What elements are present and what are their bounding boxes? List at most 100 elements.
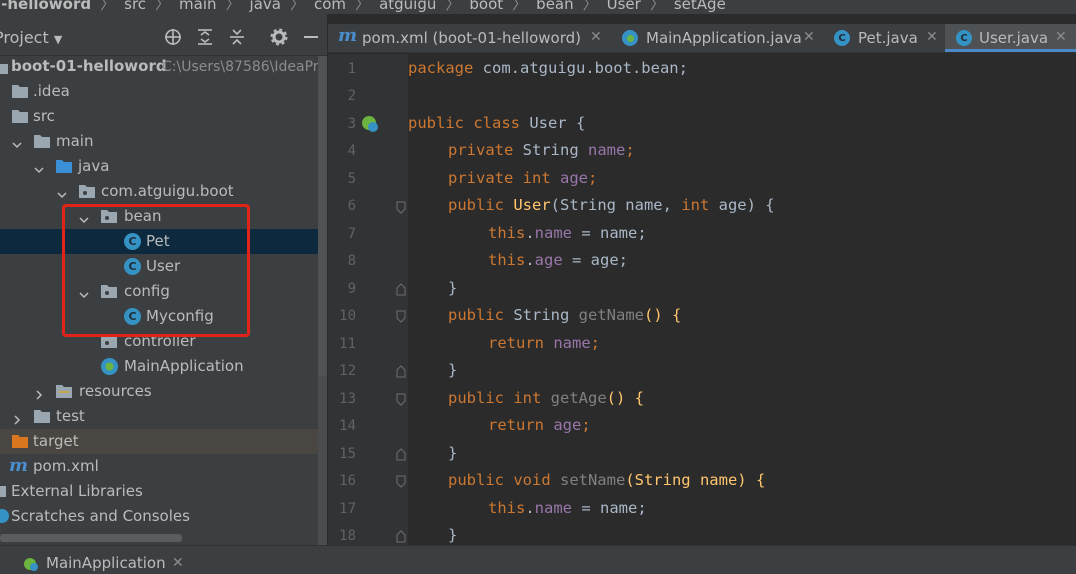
fold-icon[interactable] <box>395 200 407 214</box>
breadcrumb-item[interactable]: l-helloword <box>0 0 91 13</box>
close-icon[interactable]: ✕ <box>1055 29 1067 45</box>
close-icon[interactable]: ✕ <box>926 29 938 45</box>
expand-all-icon[interactable] <box>194 26 216 48</box>
tree-scrollbar[interactable] <box>318 56 327 545</box>
close-icon[interactable]: ✕ <box>590 29 602 45</box>
breadcrumb-item[interactable]: main <box>179 0 216 13</box>
tree-item-path: C:\Users\87586\IdeaPro <box>162 59 327 75</box>
code-line[interactable]: } <box>448 444 457 462</box>
project-view-selector[interactable]: Project ▼ <box>0 28 62 47</box>
breadcrumb-item[interactable]: User <box>607 0 641 13</box>
package-icon <box>79 184 95 198</box>
code-line[interactable]: public class User { <box>408 114 585 132</box>
code-token: name <box>587 141 626 159</box>
tree-item-test[interactable]: test <box>0 404 318 429</box>
chevron-right-icon[interactable] <box>34 386 44 400</box>
tree-horizontal-scrollbar[interactable] <box>0 534 182 542</box>
tab-user[interactable]: C User.java ✕ <box>945 24 1076 52</box>
code-token: . <box>525 224 535 242</box>
scrollbar-thumb[interactable] <box>318 56 327 376</box>
fold-icon[interactable] <box>395 392 407 406</box>
code-line[interactable]: return name; <box>488 334 600 352</box>
chevron-down-icon[interactable] <box>12 136 22 149</box>
tab-pet[interactable]: C Pet.java ✕ <box>822 24 944 52</box>
code-line[interactable]: public User(String name, int age) { <box>448 196 775 214</box>
tree-item-root[interactable]: boot-01-helloword C:\Users\87586\IdeaPro <box>0 54 327 79</box>
tree-item-idea[interactable]: .idea <box>0 79 318 104</box>
code-line[interactable]: public int getAge() { <box>448 389 644 407</box>
breadcrumb-separator: 〉 <box>512 0 528 13</box>
breadcrumb-item[interactable]: src <box>124 0 146 13</box>
tree-item-label: java <box>78 157 110 175</box>
code-line[interactable]: private int age; <box>448 169 597 187</box>
fold-icon[interactable] <box>395 364 407 378</box>
tree-item-target[interactable]: target <box>0 429 318 454</box>
code-token: age <box>534 251 563 269</box>
collapse-all-icon[interactable] <box>226 26 248 48</box>
breadcrumb-item[interactable]: bean <box>536 0 573 13</box>
maven-icon: m <box>9 455 29 476</box>
breadcrumb-item[interactable]: java <box>250 0 281 13</box>
highlight-annotation <box>62 204 250 337</box>
tree-item-external-libraries[interactable]: External Libraries <box>0 479 318 504</box>
tree-item-src[interactable]: src <box>0 104 318 129</box>
code-line[interactable]: this.name = name; <box>488 224 647 242</box>
tree-item-package[interactable]: com.atguigu.boot <box>0 179 318 204</box>
code-token: public <box>448 196 514 214</box>
code-token: com.atguigu.boot.bean; <box>473 59 688 77</box>
code-token: this <box>488 224 526 242</box>
tree-item-main[interactable]: main <box>0 129 318 154</box>
fold-icon[interactable] <box>395 309 407 323</box>
tree-item-scratches[interactable]: Scratches and Consoles <box>0 504 318 529</box>
chevron-down-icon[interactable] <box>34 161 44 174</box>
code-token: getName <box>578 306 644 324</box>
code-token: () { <box>643 306 682 324</box>
fold-icon[interactable] <box>395 282 407 296</box>
tree-item-label: Scratches and Consoles <box>11 507 190 525</box>
line-number: 10 <box>339 308 356 324</box>
code-line[interactable]: public String getName() { <box>448 306 681 324</box>
breadcrumb-item[interactable]: boot <box>469 0 503 13</box>
tree-item-label: src <box>33 107 55 125</box>
folder-icon <box>12 109 28 123</box>
fold-icon[interactable] <box>395 529 407 543</box>
tree-item-mainapplication[interactable]: MainApplication <box>0 354 318 379</box>
code-line[interactable]: public void setName(String name) { <box>448 471 765 489</box>
code-line[interactable]: } <box>448 361 457 379</box>
chevron-down-icon[interactable] <box>57 186 67 199</box>
code-line[interactable]: this.age = age; <box>488 251 628 269</box>
close-icon[interactable]: ✕ <box>172 555 184 571</box>
fold-icon[interactable] <box>395 474 407 488</box>
breadcrumb-item[interactable]: com <box>314 0 346 13</box>
close-icon[interactable]: ✕ <box>803 29 815 45</box>
code-token: name <box>534 499 572 517</box>
fold-icon[interactable] <box>395 447 407 461</box>
locate-icon[interactable] <box>162 26 184 48</box>
code-line[interactable]: } <box>448 279 457 297</box>
tree-item-resources[interactable]: resources <box>0 379 318 404</box>
minimize-icon[interactable] <box>300 26 322 48</box>
tree-item-pom[interactable]: m pom.xml <box>0 454 318 479</box>
code-line[interactable]: private String name; <box>448 141 635 159</box>
tab-mainapplication[interactable]: MainApplication.java ✕ <box>611 24 821 52</box>
breadcrumb: l-helloword 〉 src 〉 main 〉 java 〉 com 〉 atguigu 〉 bo… <box>0 0 1076 14</box>
chevron-right-icon[interactable] <box>12 411 22 425</box>
tree-item-label: resources <box>79 382 152 400</box>
tab-pom[interactable]: m pom.xml (boot-01-helloword) ✕ <box>328 24 610 52</box>
spring-bean-gutter-icon[interactable] <box>360 114 380 134</box>
code-token: int <box>681 196 710 214</box>
folder-icon <box>12 84 28 98</box>
line-number: 17 <box>339 501 356 517</box>
tree-item-java[interactable]: java <box>0 154 318 179</box>
editor-scrollbar[interactable] <box>1068 54 1076 545</box>
code-token: private <box>448 141 514 159</box>
breadcrumb-item[interactable]: atguigu <box>379 0 436 13</box>
spring-run-icon <box>22 555 40 573</box>
code-line[interactable]: this.name = name; <box>488 499 647 517</box>
breadcrumb-item[interactable]: setAge <box>674 0 726 13</box>
code-line[interactable]: } <box>448 526 457 544</box>
gear-icon[interactable] <box>268 26 290 48</box>
code-line[interactable]: return age; <box>488 416 591 434</box>
code-line[interactable]: package com.atguigu.boot.bean; <box>408 59 688 77</box>
tab-label: User.java <box>979 29 1049 47</box>
